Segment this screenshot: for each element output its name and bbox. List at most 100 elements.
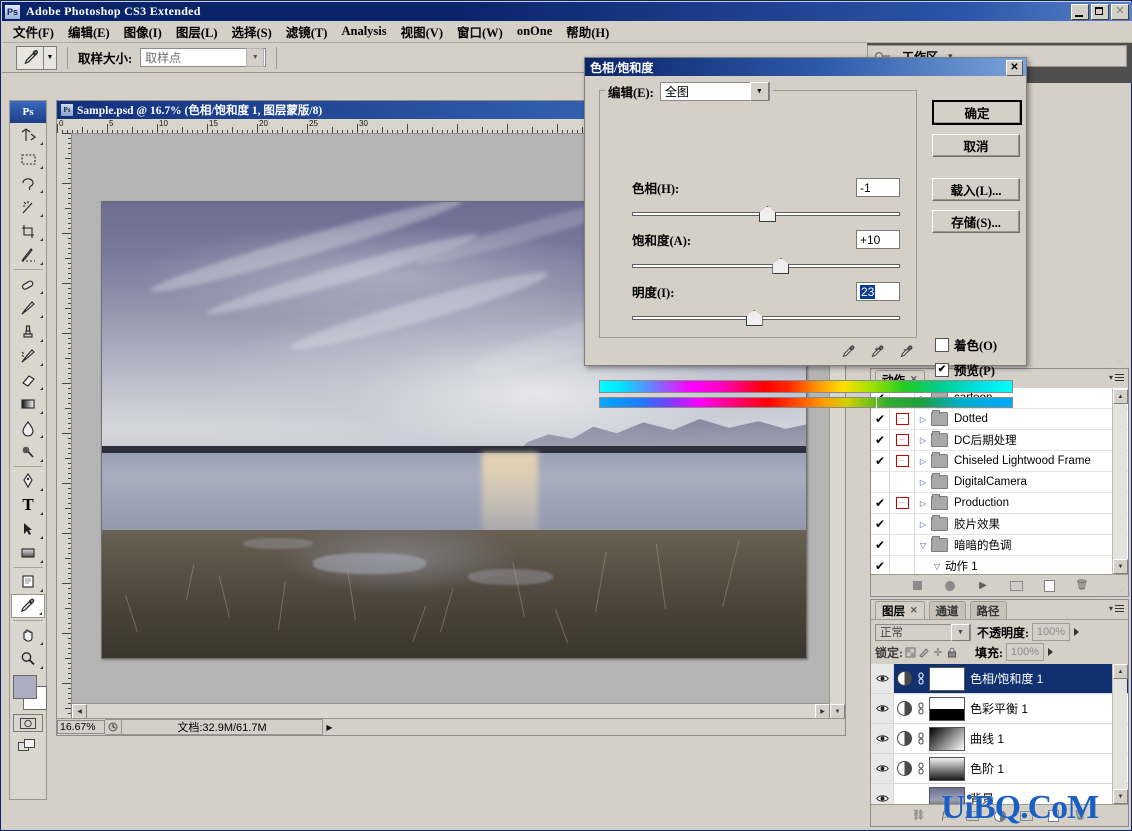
action-expand-icon[interactable]: ▽ bbox=[929, 562, 945, 571]
lightness-slider-thumb[interactable] bbox=[745, 310, 763, 326]
move-tool[interactable] bbox=[11, 123, 45, 147]
action-row[interactable]: ✔… ▷ DC后期处理 bbox=[871, 430, 1128, 451]
hue-slider[interactable] bbox=[632, 206, 900, 222]
layers-list[interactable]: 色相/饱和度 1 色彩平衡 1 曲线 1 色阶 1 背景 bbox=[871, 664, 1128, 804]
layer-visibility-icon[interactable] bbox=[871, 784, 894, 804]
action-dialog-toggle[interactable] bbox=[890, 556, 915, 574]
scroll-down-button[interactable]: ▼ bbox=[830, 704, 845, 719]
edit-chevron-down-icon[interactable]: ▼ bbox=[749, 82, 769, 101]
saturation-slider-thumb[interactable] bbox=[772, 258, 790, 274]
action-toggle-checkbox[interactable]: ✔ bbox=[871, 430, 890, 450]
layer-link-icon[interactable] bbox=[914, 732, 928, 745]
hand-tool[interactable] bbox=[11, 623, 45, 647]
menu-item-6[interactable]: Analysis bbox=[334, 22, 393, 41]
layer-thumbnail[interactable] bbox=[929, 726, 965, 751]
action-dialog-toggle[interactable]: … bbox=[890, 493, 915, 513]
lock-position-icon[interactable]: ✛ bbox=[931, 645, 945, 659]
quick-mask-toggle[interactable] bbox=[13, 714, 43, 732]
action-row[interactable]: ✔ ▽ 暗暗的色调 bbox=[871, 535, 1128, 556]
action-expand-icon[interactable]: ▷ bbox=[915, 415, 931, 424]
menu-item-7[interactable]: 视图(V) bbox=[394, 20, 450, 43]
layer-thumbnail[interactable] bbox=[929, 696, 965, 721]
action-dialog-toggle[interactable]: … bbox=[890, 430, 915, 450]
action-expand-icon[interactable]: ▽ bbox=[915, 541, 931, 550]
action-toggle-checkbox[interactable]: ✔ bbox=[871, 451, 890, 471]
foreground-color-swatch[interactable] bbox=[13, 675, 37, 699]
stop-button[interactable] bbox=[911, 579, 924, 592]
menu-item-4[interactable]: 选择(S) bbox=[225, 20, 279, 43]
eyedropper-tool[interactable] bbox=[11, 594, 45, 618]
layer-thumbnail[interactable] bbox=[929, 666, 965, 691]
link-layers-icon[interactable]: ⛓ bbox=[912, 809, 925, 822]
menu-item-10[interactable]: 帮助(H) bbox=[559, 20, 616, 43]
layer-thumbnail[interactable] bbox=[929, 756, 965, 781]
layer-visibility-icon[interactable] bbox=[871, 694, 894, 723]
layer-visibility-icon[interactable] bbox=[871, 724, 894, 753]
zoom-level-field[interactable]: 16.67% bbox=[57, 720, 105, 734]
blend-mode-chevron-icon[interactable]: ▼ bbox=[951, 623, 970, 641]
layers-scroll-up-button[interactable]: ▲ bbox=[1113, 664, 1128, 679]
menu-item-3[interactable]: 图层(L) bbox=[169, 20, 225, 43]
eyedropper-plus-icon[interactable] bbox=[870, 344, 885, 359]
spectrum-range-marker[interactable] bbox=[876, 396, 878, 409]
fill-slider-arrow-icon[interactable] bbox=[1048, 648, 1053, 656]
layer-visibility-icon[interactable] bbox=[871, 754, 894, 783]
action-dialog-toggle[interactable] bbox=[890, 472, 915, 492]
action-toggle-checkbox[interactable]: ✔ bbox=[871, 409, 890, 429]
opacity-field[interactable]: 100% bbox=[1032, 623, 1070, 641]
lightness-slider[interactable] bbox=[632, 310, 900, 326]
edit-select[interactable]: 全图 ▼ bbox=[659, 82, 770, 101]
scroll-right-button[interactable]: ▶ bbox=[815, 704, 830, 719]
brush-tool[interactable] bbox=[11, 296, 45, 320]
checkbox-box[interactable] bbox=[935, 337, 949, 352]
action-row[interactable]: ▷ DigitalCamera bbox=[871, 472, 1128, 493]
layers-scroll-down-button[interactable]: ▼ bbox=[1113, 789, 1128, 804]
action-toggle-checkbox[interactable]: ✔ bbox=[871, 556, 890, 574]
lightness-value-field[interactable]: 23 bbox=[856, 282, 900, 301]
action-expand-icon[interactable]: ▷ bbox=[915, 520, 931, 529]
menu-item-0[interactable]: 文件(F) bbox=[6, 20, 61, 43]
lock-transparency-icon[interactable] bbox=[903, 645, 917, 659]
actions-scroll-up-button[interactable]: ▲ bbox=[1113, 389, 1128, 404]
color-swatches[interactable] bbox=[11, 675, 47, 710]
action-row[interactable]: ✔… ▷ Production bbox=[871, 493, 1128, 514]
dialog-button-3[interactable]: 存储(S)... bbox=[932, 210, 1020, 233]
eyedropper-icon[interactable] bbox=[841, 344, 856, 359]
action-row[interactable]: ✔… ▷ Chiseled Lightwood Frame bbox=[871, 451, 1128, 472]
action-dialog-toggle[interactable]: … bbox=[890, 451, 915, 471]
panel-collapse-controls[interactable]: — ✕ bbox=[1103, 357, 1124, 368]
actions-panel-menu-button[interactable]: ▾ bbox=[1109, 373, 1124, 382]
crop-tool[interactable] bbox=[11, 219, 45, 243]
new-action-button[interactable] bbox=[1043, 579, 1056, 592]
record-button[interactable] bbox=[944, 579, 957, 592]
magic-wand-tool[interactable] bbox=[11, 195, 45, 219]
new-set-button[interactable] bbox=[1009, 579, 1023, 592]
eyedropper-minus-icon[interactable] bbox=[899, 344, 914, 359]
layer-row[interactable]: 色彩平衡 1 bbox=[871, 694, 1128, 724]
actions-list[interactable]: ✔▷cartoon✔…▷Dotted✔…▷DC后期处理✔…▷Chiseled L… bbox=[871, 388, 1128, 574]
close-icon[interactable]: ✕ bbox=[1111, 4, 1129, 20]
action-toggle-checkbox[interactable] bbox=[871, 472, 890, 492]
chevron-down-icon[interactable]: ▼ bbox=[246, 48, 265, 67]
status-clock-icon[interactable] bbox=[105, 719, 122, 735]
layers-panel-menu-button[interactable]: ▾ bbox=[1109, 604, 1124, 613]
layers-scrollbar[interactable]: ▲ ▼ bbox=[1112, 664, 1128, 804]
layer-visibility-icon[interactable] bbox=[871, 664, 894, 693]
hue-spectrum-bottom[interactable] bbox=[599, 396, 1013, 409]
actions-scrollbar[interactable]: ▲ ▼ bbox=[1112, 389, 1128, 574]
saturation-slider[interactable] bbox=[632, 258, 900, 274]
hue-value-field[interactable]: -1 bbox=[856, 178, 900, 197]
status-more-arrow-icon[interactable]: ▶ bbox=[323, 721, 336, 734]
hue-slider-thumb[interactable] bbox=[759, 206, 776, 222]
action-dialog-toggle[interactable] bbox=[890, 535, 915, 555]
action-row[interactable]: ✔… ▷ Dotted bbox=[871, 409, 1128, 430]
tab-panel-1[interactable]: 通道 bbox=[928, 601, 966, 619]
checkbox-box[interactable]: ✔ bbox=[935, 362, 949, 377]
eraser-tool[interactable] bbox=[11, 368, 45, 392]
layer-row[interactable]: 色阶 1 bbox=[871, 754, 1128, 784]
tab-layers[interactable]: 图层 ✕ bbox=[875, 601, 925, 619]
tool-preset-chevron-icon[interactable]: ▼ bbox=[44, 45, 57, 70]
action-expand-icon[interactable]: ▷ bbox=[915, 478, 931, 487]
close-tab-icon[interactable]: ✕ bbox=[910, 605, 918, 616]
action-expand-icon[interactable]: ▷ bbox=[915, 457, 931, 466]
